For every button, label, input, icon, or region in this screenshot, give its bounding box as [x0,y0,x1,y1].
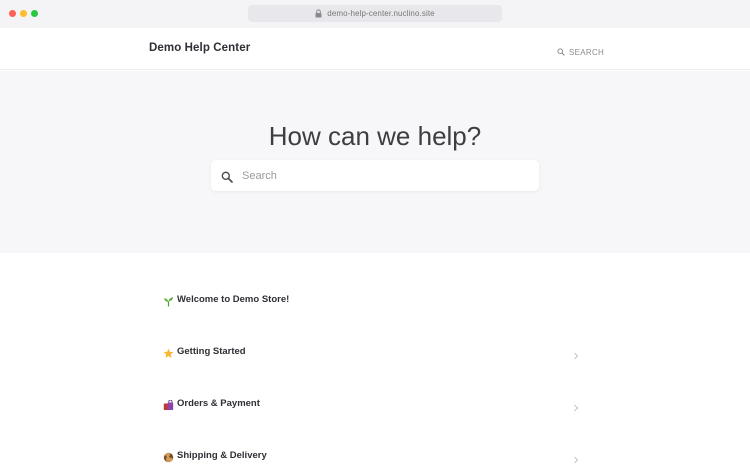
hero-search-box[interactable] [211,160,539,191]
star-icon [163,346,174,358]
topic-label: Getting Started [177,345,246,357]
hero-section: How can we help? [0,71,750,253]
close-window-button[interactable] [9,10,16,17]
address-bar-url: demo-help-center.nuclino.site [327,9,435,18]
chevron-right-icon [573,399,579,412]
page-title: How can we help? [268,121,482,151]
topic-shipping-delivery[interactable]: Shipping & Delivery [163,444,583,466]
topic-label: Shipping & Delivery [177,449,267,461]
search-icon [221,170,233,183]
browser-chrome: demo-help-center.nuclino.site [0,0,750,28]
site-header: Demo Help Center SEARCH [0,28,750,70]
lock-icon [315,9,322,18]
search-input[interactable] [242,169,522,182]
header-search-label: SEARCH [569,47,605,57]
topic-orders-payment[interactable]: Orders & Payment [163,392,583,414]
site-brand[interactable]: Demo Help Center [149,42,250,54]
header-search-button[interactable]: SEARCH [557,43,604,61]
search-icon [557,43,565,61]
maximize-window-button[interactable] [31,10,38,17]
seedling-icon [163,294,174,306]
shopping-bags-icon [163,398,174,410]
topic-label: Welcome to Demo Store! [177,293,290,305]
globe-icon [163,450,174,462]
address-bar[interactable]: demo-help-center.nuclino.site [248,5,502,22]
topic-welcome[interactable]: Welcome to Demo Store! [163,288,583,310]
minimize-window-button[interactable] [20,10,27,17]
chevron-right-icon [573,347,579,360]
topic-getting-started[interactable]: Getting Started [163,340,583,362]
chevron-right-icon [573,451,579,464]
topic-label: Orders & Payment [177,397,260,409]
